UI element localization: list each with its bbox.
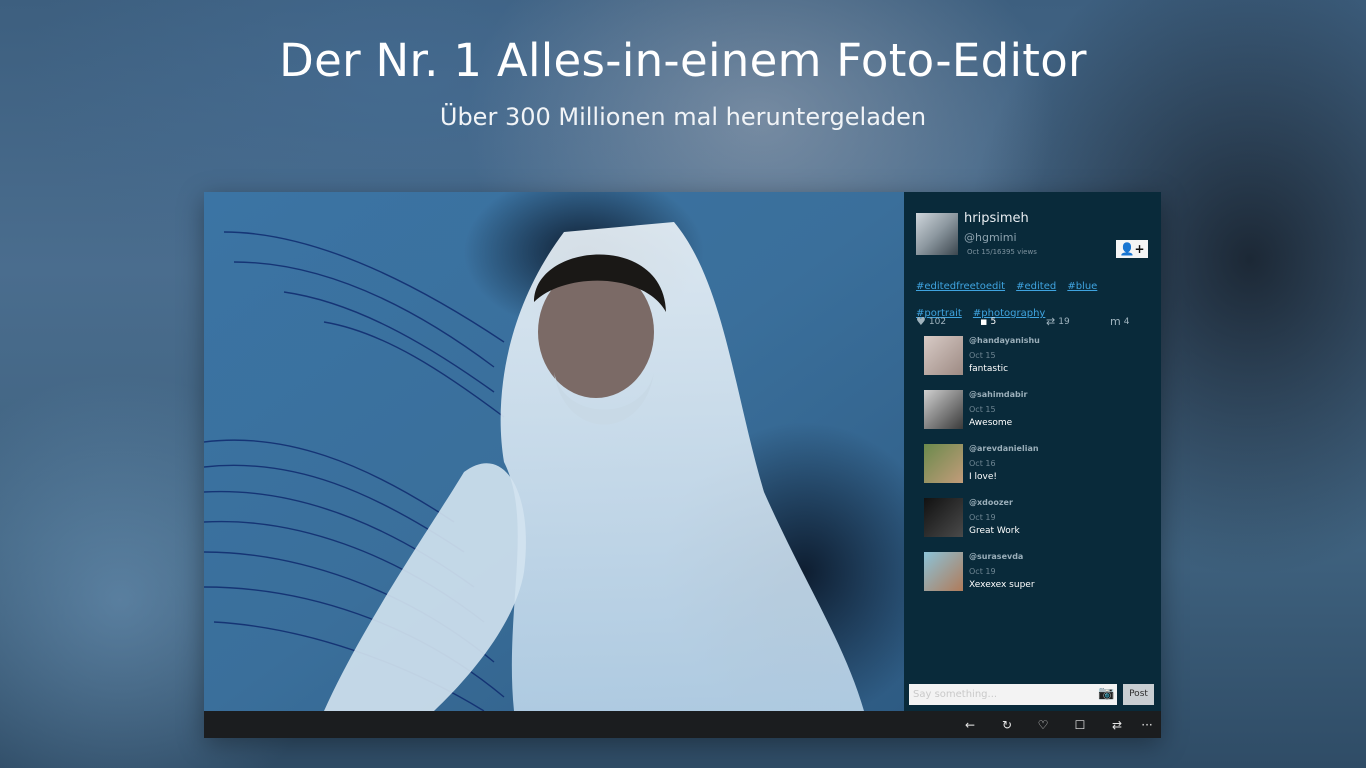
comment-user[interactable]: @sahimdabir	[969, 390, 1027, 399]
avatar[interactable]	[924, 390, 963, 429]
comment-date: Oct 16	[969, 459, 996, 468]
refresh-icon[interactable]: ↻	[998, 716, 1016, 734]
details-panel: hripsimeh @hgmimi Oct 15/16395 views 👤+ …	[904, 192, 1161, 711]
comment-text: I love!	[969, 472, 997, 482]
profile-handle: @hgmimi	[964, 231, 1017, 244]
comment-item: @sahimdabir Oct 15 Awesome	[922, 390, 1152, 444]
comment-input[interactable]	[909, 684, 1117, 705]
comment-date: Oct 19	[969, 567, 996, 576]
comment-composer: 📷 Post	[909, 684, 1154, 705]
tag-link[interactable]: #blue	[1067, 281, 1097, 292]
back-icon[interactable]: ←	[961, 716, 979, 734]
app-bar: ← ↻ ♡ ☐ ⇄ ···	[204, 711, 1161, 738]
stats-bar: ♥ 102 ▪ 5 ⇄ 19 m 4	[916, 316, 1148, 332]
comment-text: fantastic	[969, 364, 1009, 374]
comment-icon: ▪	[980, 315, 988, 328]
avatar[interactable]	[924, 444, 963, 483]
comment-user[interactable]: @surasevda	[969, 552, 1023, 561]
likes-stat[interactable]: ♥ 102	[916, 316, 946, 327]
comment-date: Oct 19	[969, 513, 996, 522]
repost-icon[interactable]: ⇄	[1108, 716, 1126, 734]
comment-item: @arevdanielian Oct 16 I love!	[922, 444, 1152, 498]
add-user-icon: 👤+	[1119, 242, 1145, 256]
avatar[interactable]	[924, 336, 963, 375]
avatar[interactable]	[924, 552, 963, 591]
heart-icon: ♥	[916, 315, 926, 328]
comment-date: Oct 15	[969, 405, 996, 414]
comment-user[interactable]: @arevdanielian	[969, 444, 1039, 453]
page-title: Der Nr. 1 Alles-in-einem Foto-Editor	[279, 34, 1087, 87]
like-icon[interactable]: ♡	[1034, 716, 1052, 734]
main-photo[interactable]	[204, 192, 904, 711]
memberships-stat[interactable]: m 4	[1110, 316, 1129, 327]
comment-item: @xdoozer Oct 19 Great Work	[922, 498, 1152, 552]
profile-avatar[interactable]	[916, 213, 958, 255]
memberships-count: 4	[1123, 316, 1130, 327]
repost-icon: ⇄	[1046, 315, 1056, 328]
likes-count: 102	[928, 316, 947, 327]
app-window: hripsimeh @hgmimi Oct 15/16395 views 👤+ …	[204, 192, 1161, 738]
comment-date: Oct 15	[969, 351, 996, 360]
tag-link[interactable]: #edited	[1016, 281, 1056, 292]
camera-icon[interactable]: 📷	[1098, 687, 1114, 701]
more-icon[interactable]: ···	[1138, 716, 1156, 734]
comments-stat[interactable]: ▪ 5	[980, 316, 996, 327]
reposts-count: 19	[1058, 316, 1070, 327]
comment-item: @surasevda Oct 19 Xexexex super	[922, 552, 1152, 606]
profile-name[interactable]: hripsimeh	[964, 211, 1029, 226]
page-subtitle: Über 300 Millionen mal heruntergeladen	[439, 103, 927, 131]
tag-link[interactable]: #editedfreetoedit	[916, 281, 1005, 292]
comment-user[interactable]: @xdoozer	[969, 498, 1013, 507]
comment-item: @handayanishu Oct 15 fantastic	[922, 336, 1152, 390]
m-icon: m	[1110, 315, 1121, 328]
comment-text: Xexexex super	[969, 580, 1035, 590]
comment-text: Awesome	[969, 418, 1013, 428]
comment-list: @handayanishu Oct 15 fantastic @sahimdab…	[922, 336, 1152, 606]
follow-button[interactable]: 👤+	[1116, 240, 1148, 258]
comment-text: Great Work	[969, 526, 1020, 536]
post-meta: Oct 15/16395 views	[967, 248, 1037, 256]
post-button[interactable]: Post	[1123, 684, 1154, 705]
reposts-stat[interactable]: ⇄ 19	[1046, 316, 1070, 327]
comments-count: 5	[990, 316, 997, 327]
comment-icon[interactable]: ☐	[1071, 716, 1089, 734]
comment-user[interactable]: @handayanishu	[969, 336, 1040, 345]
avatar[interactable]	[924, 498, 963, 537]
